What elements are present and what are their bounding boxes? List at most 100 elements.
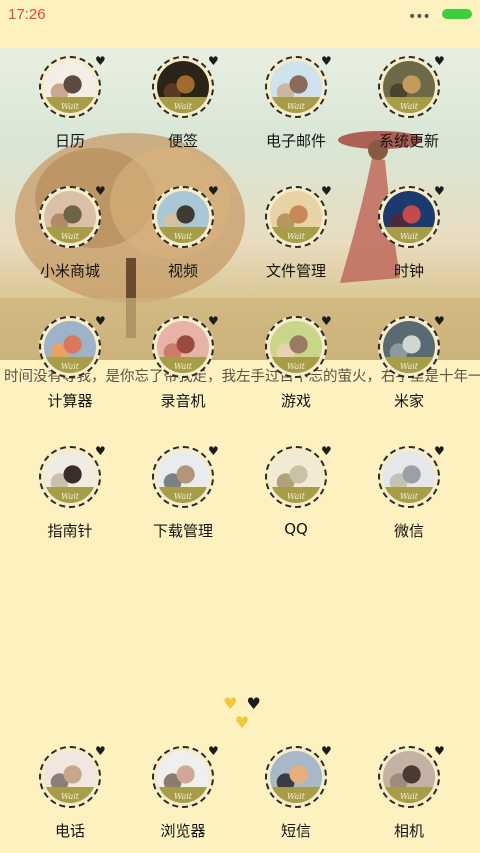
app-photo: Wait xyxy=(44,751,96,803)
app-photo: Wait xyxy=(383,751,435,803)
wait-caption: Wait xyxy=(286,362,306,371)
app-games[interactable]: Wait ♥ 游戏 xyxy=(241,314,351,416)
app-photo: Wait xyxy=(270,751,322,803)
app-mijia-icon[interactable]: Wait xyxy=(378,316,440,378)
app-email[interactable]: Wait ♥ 电子邮件 xyxy=(241,55,351,156)
app-notes[interactable]: Wait ♥ 便签 xyxy=(128,54,238,156)
wait-caption: Wait xyxy=(399,492,419,501)
heart-icon: ♥ xyxy=(208,184,219,198)
app-download-manager-icon[interactable]: Wait xyxy=(152,446,214,508)
app-qq[interactable]: Wait ♥ QQ xyxy=(241,444,351,546)
app-calculator[interactable]: Wait ♥ 计算器 xyxy=(15,314,125,416)
heart-icon: ♥ xyxy=(208,444,219,458)
app-messages-icon[interactable]: Wait xyxy=(265,746,327,808)
heart-icon: ♥ xyxy=(95,184,106,198)
page-dot-icon[interactable]: ♥ xyxy=(247,694,261,713)
app-calendar[interactable]: Wait ♥ 日历 xyxy=(15,54,125,156)
app-label: 小米商城 xyxy=(39,262,100,280)
app-photo: Wait xyxy=(383,321,435,373)
app-phone[interactable]: Wait ♥ 电话 xyxy=(15,744,125,846)
more-dots-icon: ••• xyxy=(408,9,431,25)
heart-icon: ♥ xyxy=(434,314,445,328)
page-dot-icon[interactable]: ♥ xyxy=(235,713,249,732)
wait-caption: Wait xyxy=(60,102,80,111)
app-browser-icon[interactable]: Wait xyxy=(152,746,214,808)
app-photo: Wait xyxy=(44,191,96,243)
heart-icon: ♥ xyxy=(95,314,106,328)
app-label: 时钟 xyxy=(393,262,424,280)
heart-icon: ♥ xyxy=(95,744,106,758)
app-label: 便签 xyxy=(167,132,198,150)
wait-caption: Wait xyxy=(173,232,193,241)
app-email-icon[interactable]: Wait xyxy=(265,56,327,118)
wait-caption: Wait xyxy=(60,362,80,371)
app-calculator-icon[interactable]: Wait xyxy=(39,316,101,378)
app-notes-icon[interactable]: Wait xyxy=(152,56,214,118)
app-photo: Wait xyxy=(383,451,435,503)
heart-icon: ♥ xyxy=(434,54,445,68)
app-photo: Wait xyxy=(157,191,209,243)
app-clock-icon[interactable]: Wait xyxy=(378,186,440,248)
app-label: 下载管理 xyxy=(152,522,213,540)
app-recorder-icon[interactable]: Wait xyxy=(152,316,214,378)
page-dot-icon[interactable]: ♥ xyxy=(223,694,237,713)
app-label: 系统更新 xyxy=(378,132,439,150)
app-label: 计算器 xyxy=(47,392,93,410)
app-qq-icon[interactable]: Wait xyxy=(265,446,327,508)
wait-caption: Wait xyxy=(286,492,306,501)
app-photo: Wait xyxy=(157,321,209,373)
app-compass-icon[interactable]: Wait xyxy=(39,446,101,508)
wait-caption: Wait xyxy=(286,232,306,241)
wait-caption: Wait xyxy=(399,232,419,241)
app-label: 电子邮件 xyxy=(265,132,326,150)
app-browser[interactable]: Wait ♥ 浏览器 xyxy=(128,745,238,846)
heart-icon: ♥ xyxy=(321,444,332,458)
app-calendar-icon[interactable]: Wait xyxy=(39,56,101,118)
app-photo: Wait xyxy=(270,61,322,113)
app-system-update[interactable]: Wait ♥ 系统更新 xyxy=(354,54,464,156)
wait-caption: Wait xyxy=(60,232,80,241)
heart-icon: ♥ xyxy=(95,54,106,68)
app-photo: Wait xyxy=(270,451,322,503)
heart-icon: ♥ xyxy=(321,184,332,198)
app-clock[interactable]: Wait ♥ 时钟 xyxy=(354,184,464,286)
app-mijia[interactable]: Wait ♥ 米家 xyxy=(354,314,464,416)
app-camera-icon[interactable]: Wait xyxy=(378,746,440,808)
app-compass[interactable]: Wait ♥ 指南针 xyxy=(15,444,125,546)
app-photo: Wait xyxy=(383,61,435,113)
app-mi-store-icon[interactable]: Wait xyxy=(39,186,101,248)
app-recorder[interactable]: Wait ♥ 录音机 xyxy=(128,315,238,416)
app-phone-icon[interactable]: Wait xyxy=(39,746,101,808)
app-video[interactable]: Wait ♥ 视频 xyxy=(128,184,238,286)
wait-caption: Wait xyxy=(60,792,80,801)
app-wechat[interactable]: Wait ♥ 微信 xyxy=(354,445,464,546)
app-label: 米家 xyxy=(393,392,424,410)
app-photo: Wait xyxy=(383,191,435,243)
app-video-icon[interactable]: Wait xyxy=(152,186,214,248)
app-camera[interactable]: Wait ♥ 相机 xyxy=(354,744,464,846)
app-messages[interactable]: Wait ♥ 短信 xyxy=(241,744,351,846)
app-wechat-icon[interactable]: Wait xyxy=(378,446,440,508)
app-download-manager[interactable]: Wait ♥ 下载管理 xyxy=(128,444,238,546)
heart-icon: ♥ xyxy=(208,54,219,68)
app-file-manager-icon[interactable]: Wait xyxy=(265,186,327,248)
heart-icon: ♥ xyxy=(434,744,445,758)
app-photo: Wait xyxy=(157,61,209,113)
app-mi-store[interactable]: Wait ♥ 小米商城 xyxy=(15,184,125,286)
heart-icon: ♥ xyxy=(434,184,445,198)
page-indicator[interactable]: ♥ ♥ ♥ xyxy=(212,694,272,732)
app-photo: Wait xyxy=(270,191,322,243)
heart-icon: ♥ xyxy=(321,744,332,758)
app-label: 微信 xyxy=(393,522,424,540)
app-file-manager[interactable]: Wait ♥ 文件管理 xyxy=(241,184,351,286)
heart-icon: ♥ xyxy=(321,314,332,328)
app-label: 录音机 xyxy=(160,392,206,410)
app-games-icon[interactable]: Wait xyxy=(265,316,327,378)
app-photo: Wait xyxy=(270,321,322,373)
app-label: 指南针 xyxy=(47,522,93,540)
wait-caption: Wait xyxy=(173,102,193,111)
heart-icon: ♥ xyxy=(95,444,106,458)
app-system-update-icon[interactable]: Wait xyxy=(378,56,440,118)
app-photo: Wait xyxy=(157,751,209,803)
app-label: 电话 xyxy=(54,822,85,840)
